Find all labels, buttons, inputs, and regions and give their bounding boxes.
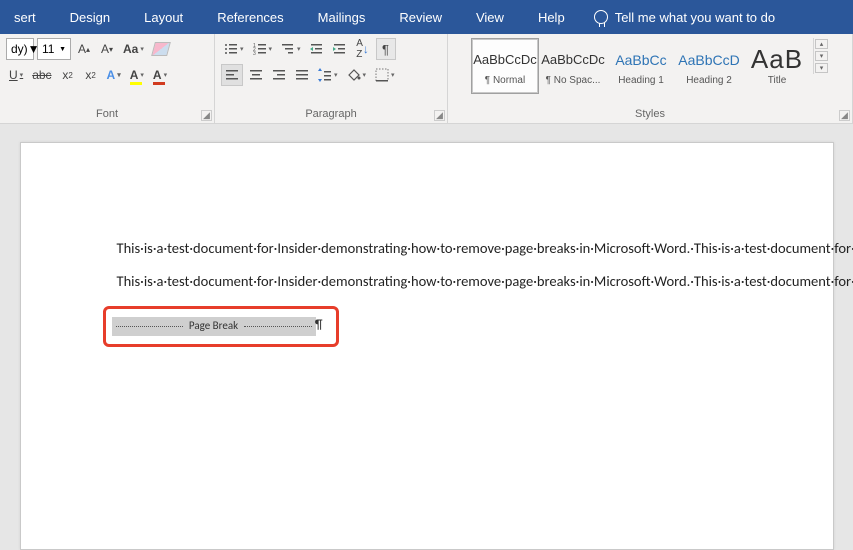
style-preview: AaBbCcD [678, 47, 739, 73]
numbering-button[interactable]: 123▾ [250, 38, 276, 60]
show-marks-button[interactable]: ¶ [376, 38, 396, 60]
clear-formatting-button[interactable] [150, 38, 172, 60]
group-paragraph: ▾ 123▾ ▾ AZ↓ ¶ ▾ ▾ ▾ Paragraph ◢ [215, 34, 448, 123]
multilevel-icon [281, 42, 295, 56]
eraser-icon [151, 42, 171, 56]
style-preview: AaBbCc [615, 47, 666, 73]
borders-button[interactable]: ▾ [372, 64, 398, 86]
style-name-label: Heading 1 [618, 75, 664, 86]
tab-insert[interactable]: sert [4, 0, 53, 34]
multilevel-button[interactable]: ▾ [278, 38, 304, 60]
align-center-button[interactable] [246, 64, 266, 86]
decrease-indent-button[interactable] [307, 38, 327, 60]
bucket-icon [347, 68, 361, 82]
shrink-font-button[interactable]: A▾ [97, 38, 117, 60]
increase-indent-button[interactable] [330, 38, 350, 60]
styles-scroll: ▴ ▾ ▾ [813, 38, 829, 74]
style-name-label: ¶ Normal [485, 75, 525, 86]
annotation-highlight: Page Break ¶ [103, 306, 339, 347]
lightbulb-icon [594, 10, 608, 24]
paragraph-dialog-launcher[interactable]: ◢ [434, 110, 445, 121]
styles-scroll-down[interactable]: ▾ [815, 51, 828, 61]
font-color-button[interactable]: A▾ [150, 64, 170, 86]
style-preview: AaB [751, 47, 803, 73]
justify-button[interactable] [292, 64, 312, 86]
align-center-icon [249, 68, 263, 82]
style-name-label: ¶ No Spac... [546, 75, 601, 86]
tab-review[interactable]: Review [382, 0, 459, 34]
justify-icon [295, 68, 309, 82]
tab-design[interactable]: Design [53, 0, 127, 34]
shading-button[interactable]: ▾ [344, 64, 370, 86]
outdent-icon [310, 42, 324, 56]
tab-help[interactable]: Help [521, 0, 582, 34]
numbering-icon: 123 [253, 42, 267, 56]
style---no-spac---[interactable]: AaBbCcDc ¶ No Spac... [539, 38, 607, 94]
indent-icon [333, 42, 347, 56]
align-left-icon [225, 68, 239, 82]
tab-view[interactable]: View [459, 0, 521, 34]
menu-bar: sert Design Layout References Mailings R… [0, 0, 853, 34]
style-name-label: Heading 2 [686, 75, 732, 86]
align-right-button[interactable] [269, 64, 289, 86]
ribbon: dy)▼ 11▼ A▴ A▾ Aa▾ U▾ abc x2 x2 A▾ A▾ A▾… [0, 34, 853, 124]
style-preview: AaBbCcDc [473, 47, 537, 73]
align-left-button[interactable] [221, 64, 243, 86]
text-effects-button[interactable]: A▾ [104, 64, 124, 86]
tab-references[interactable]: References [200, 0, 300, 34]
styles-expand[interactable]: ▾ [815, 63, 828, 73]
style-heading-1[interactable]: AaBbCc Heading 1 [607, 38, 675, 94]
group-font: dy)▼ 11▼ A▴ A▾ Aa▾ U▾ abc x2 x2 A▾ A▾ A▾… [0, 34, 215, 123]
group-font-label: Font [0, 108, 214, 123]
style-name-label: Title [768, 75, 787, 86]
body-paragraph[interactable]: This·is·a·test·document·for·Insider·demo… [117, 239, 769, 258]
spacing-icon [318, 68, 332, 82]
underline-button[interactable]: U▾ [6, 64, 26, 86]
styles-dialog-launcher[interactable]: ◢ [839, 110, 850, 121]
body-paragraph[interactable]: This·is·a·test·document·for·Insider·demo… [117, 272, 769, 291]
border-icon [375, 68, 389, 82]
group-styles-label: Styles [448, 108, 852, 123]
group-styles: AaBbCcDc¶ NormalAaBbCcDc¶ No Spac...AaBb… [448, 34, 853, 123]
font-dialog-launcher[interactable]: ◢ [201, 110, 212, 121]
align-right-icon [272, 68, 286, 82]
tell-me-search[interactable]: Tell me what you want to do [594, 10, 775, 25]
line-spacing-button[interactable]: ▾ [315, 64, 341, 86]
grow-font-button[interactable]: A▴ [74, 38, 94, 60]
svg-text:3: 3 [253, 51, 256, 56]
bullets-button[interactable]: ▾ [221, 38, 247, 60]
document-canvas: This·is·a·test·document·for·Insider·demo… [0, 124, 853, 550]
document-page[interactable]: This·is·a·test·document·for·Insider·demo… [20, 142, 834, 550]
subscript-button[interactable]: x2 [58, 64, 78, 86]
bullets-icon [224, 42, 238, 56]
sort-button[interactable]: AZ↓ [353, 38, 373, 60]
tab-mailings[interactable]: Mailings [301, 0, 383, 34]
font-size-combo[interactable]: 11▼ [37, 38, 71, 60]
group-paragraph-label: Paragraph [215, 108, 447, 123]
tell-me-label: Tell me what you want to do [615, 10, 775, 25]
change-case-button[interactable]: Aa▾ [120, 38, 147, 60]
page-break-marker[interactable]: Page Break ¶ [112, 317, 316, 336]
highlight-button[interactable]: A▾ [127, 64, 147, 86]
page-break-label: Page Break [187, 319, 240, 334]
tab-layout[interactable]: Layout [127, 0, 200, 34]
superscript-button[interactable]: x2 [81, 64, 101, 86]
style-preview: AaBbCcDc [541, 47, 605, 73]
strikethrough-button[interactable]: abc [29, 64, 54, 86]
font-name-combo[interactable]: dy)▼ [6, 38, 34, 60]
styles-scroll-up[interactable]: ▴ [815, 39, 828, 49]
pilcrow-icon: ¶ [315, 317, 323, 334]
style---normal[interactable]: AaBbCcDc ¶ Normal [471, 38, 539, 94]
style-heading-2[interactable]: AaBbCcD Heading 2 [675, 38, 743, 94]
style-title[interactable]: AaB Title [743, 38, 811, 94]
